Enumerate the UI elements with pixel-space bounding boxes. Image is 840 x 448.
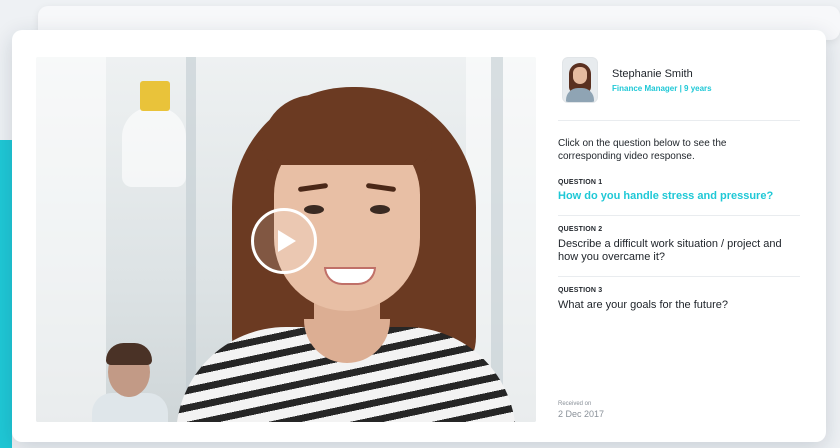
divider [558, 215, 800, 216]
window-light [36, 57, 106, 422]
divider [558, 276, 800, 277]
play-icon [278, 230, 296, 252]
question-1-label: QUESTION 1 [558, 179, 603, 186]
candidate-name: Stephanie Smith [612, 68, 693, 80]
avatar-face [573, 67, 587, 84]
window-frame [491, 57, 503, 422]
window-frame [186, 57, 196, 422]
avatar-body [566, 88, 594, 102]
question-2-link[interactable]: Describe a difficult work situation / pr… [558, 238, 794, 264]
play-button[interactable] [251, 208, 317, 274]
question-3-link[interactable]: What are your goals for the future? [558, 299, 794, 312]
question-2-label: QUESTION 2 [558, 226, 603, 233]
received-date: 2 Dec 2017 [558, 409, 605, 419]
background-person-hair [106, 343, 152, 365]
pendant-lamp [122, 107, 186, 187]
candidate-role: Finance Manager | 9 years [612, 84, 712, 93]
background-person [92, 393, 168, 422]
interview-response-card: Stephanie Smith Finance Manager | 9 year… [12, 30, 826, 442]
video-player[interactable] [36, 57, 536, 422]
instructions-text: Click on the question below to see the c… [558, 138, 727, 162]
question-3-label: QUESTION 3 [558, 287, 603, 294]
speaker-eye [304, 205, 324, 214]
speaker-hair-top [262, 95, 432, 165]
received-label: Received on [558, 401, 592, 407]
avatar [562, 57, 598, 103]
pendant-lamp-cap [140, 81, 170, 111]
question-1-link[interactable]: How do you handle stress and pressure? [558, 190, 794, 203]
divider [558, 120, 800, 121]
accent-bar [0, 140, 12, 448]
speaker-eye [370, 205, 390, 214]
response-panel: Stephanie Smith Finance Manager | 9 year… [558, 57, 800, 422]
